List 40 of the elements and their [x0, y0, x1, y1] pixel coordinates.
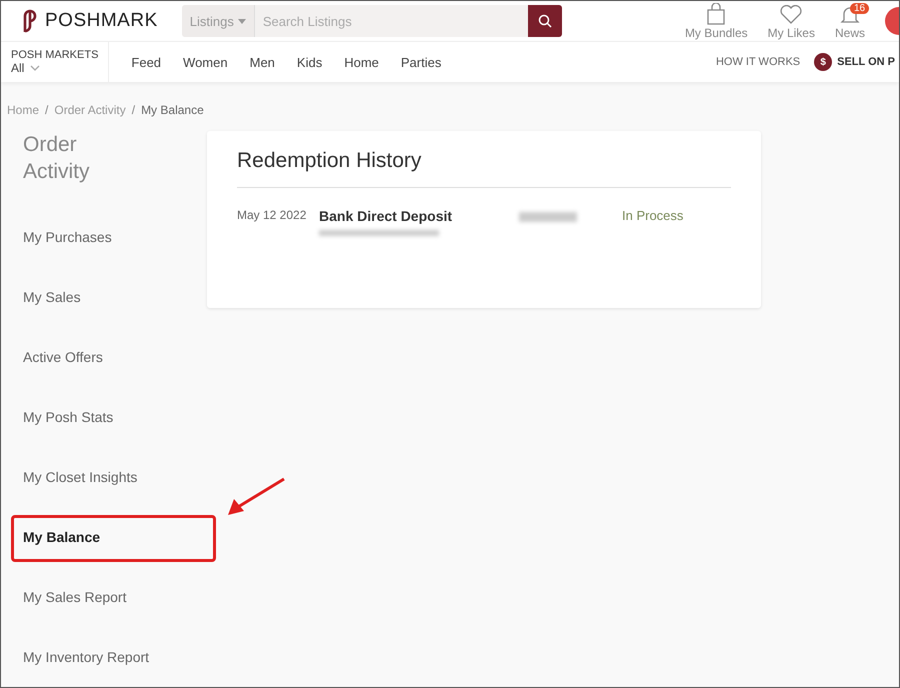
- redemption-status: In Process: [622, 208, 684, 225]
- redemption-date: May 12 2022: [237, 208, 308, 224]
- header-nav-button[interactable]: My Likes: [768, 4, 815, 40]
- avatar-icon[interactable]: [885, 7, 899, 36]
- sidebar-item[interactable]: My Closet Insights: [23, 447, 193, 507]
- caret-icon: [238, 18, 246, 24]
- sidebar-item[interactable]: My Sales: [23, 267, 193, 327]
- arrow-icon: [226, 477, 286, 517]
- heart-icon: [780, 4, 802, 25]
- chevron-icon: [30, 65, 40, 72]
- sidebar-item[interactable]: My Posh Stats: [23, 387, 193, 447]
- breadcrumb-link[interactable]: My Balance: [141, 103, 204, 117]
- sidebar-item[interactable]: My Inventory Report: [23, 627, 193, 687]
- search-icon: [538, 14, 552, 28]
- category-link[interactable]: Men: [250, 54, 275, 70]
- breadcrumb-separator: /: [132, 103, 136, 117]
- category-link[interactable]: Parties: [400, 54, 442, 70]
- dollar-icon: $: [814, 53, 832, 72]
- card-title: Redemption History: [237, 149, 731, 188]
- posh-markets-dropdown[interactable]: POSH MARKETS All: [1, 42, 110, 82]
- search-button[interactable]: [528, 5, 562, 38]
- header-nav-button[interactable]: My Bundles: [684, 2, 748, 40]
- sidebar-item[interactable]: Active Offers: [23, 327, 193, 387]
- how-it-works-link[interactable]: HOW IT WORKS: [716, 56, 800, 68]
- category-link[interactable]: Kids: [296, 54, 322, 70]
- bag-icon: [706, 2, 726, 25]
- logo-wordmark[interactable]: POSHMARK: [45, 10, 158, 32]
- sidebar-title: Order Activity: [23, 132, 91, 185]
- sidebar-item[interactable]: My Sales Report: [23, 567, 193, 627]
- redemption-method: Bank Direct Deposit: [319, 208, 454, 224]
- notification-badge: 16: [850, 2, 870, 14]
- redacted-placeholder: [519, 212, 577, 222]
- logo-icon: [21, 9, 39, 34]
- category-link[interactable]: Women: [183, 54, 228, 70]
- sidebar-item[interactable]: My Balance: [23, 507, 193, 567]
- sidebar-item[interactable]: My Purchases: [23, 207, 193, 267]
- breadcrumb-separator: /: [45, 103, 48, 117]
- category-link[interactable]: Feed: [131, 54, 162, 70]
- sell-link[interactable]: $ SELL ON P: [814, 53, 895, 72]
- category-link[interactable]: Home: [344, 54, 379, 70]
